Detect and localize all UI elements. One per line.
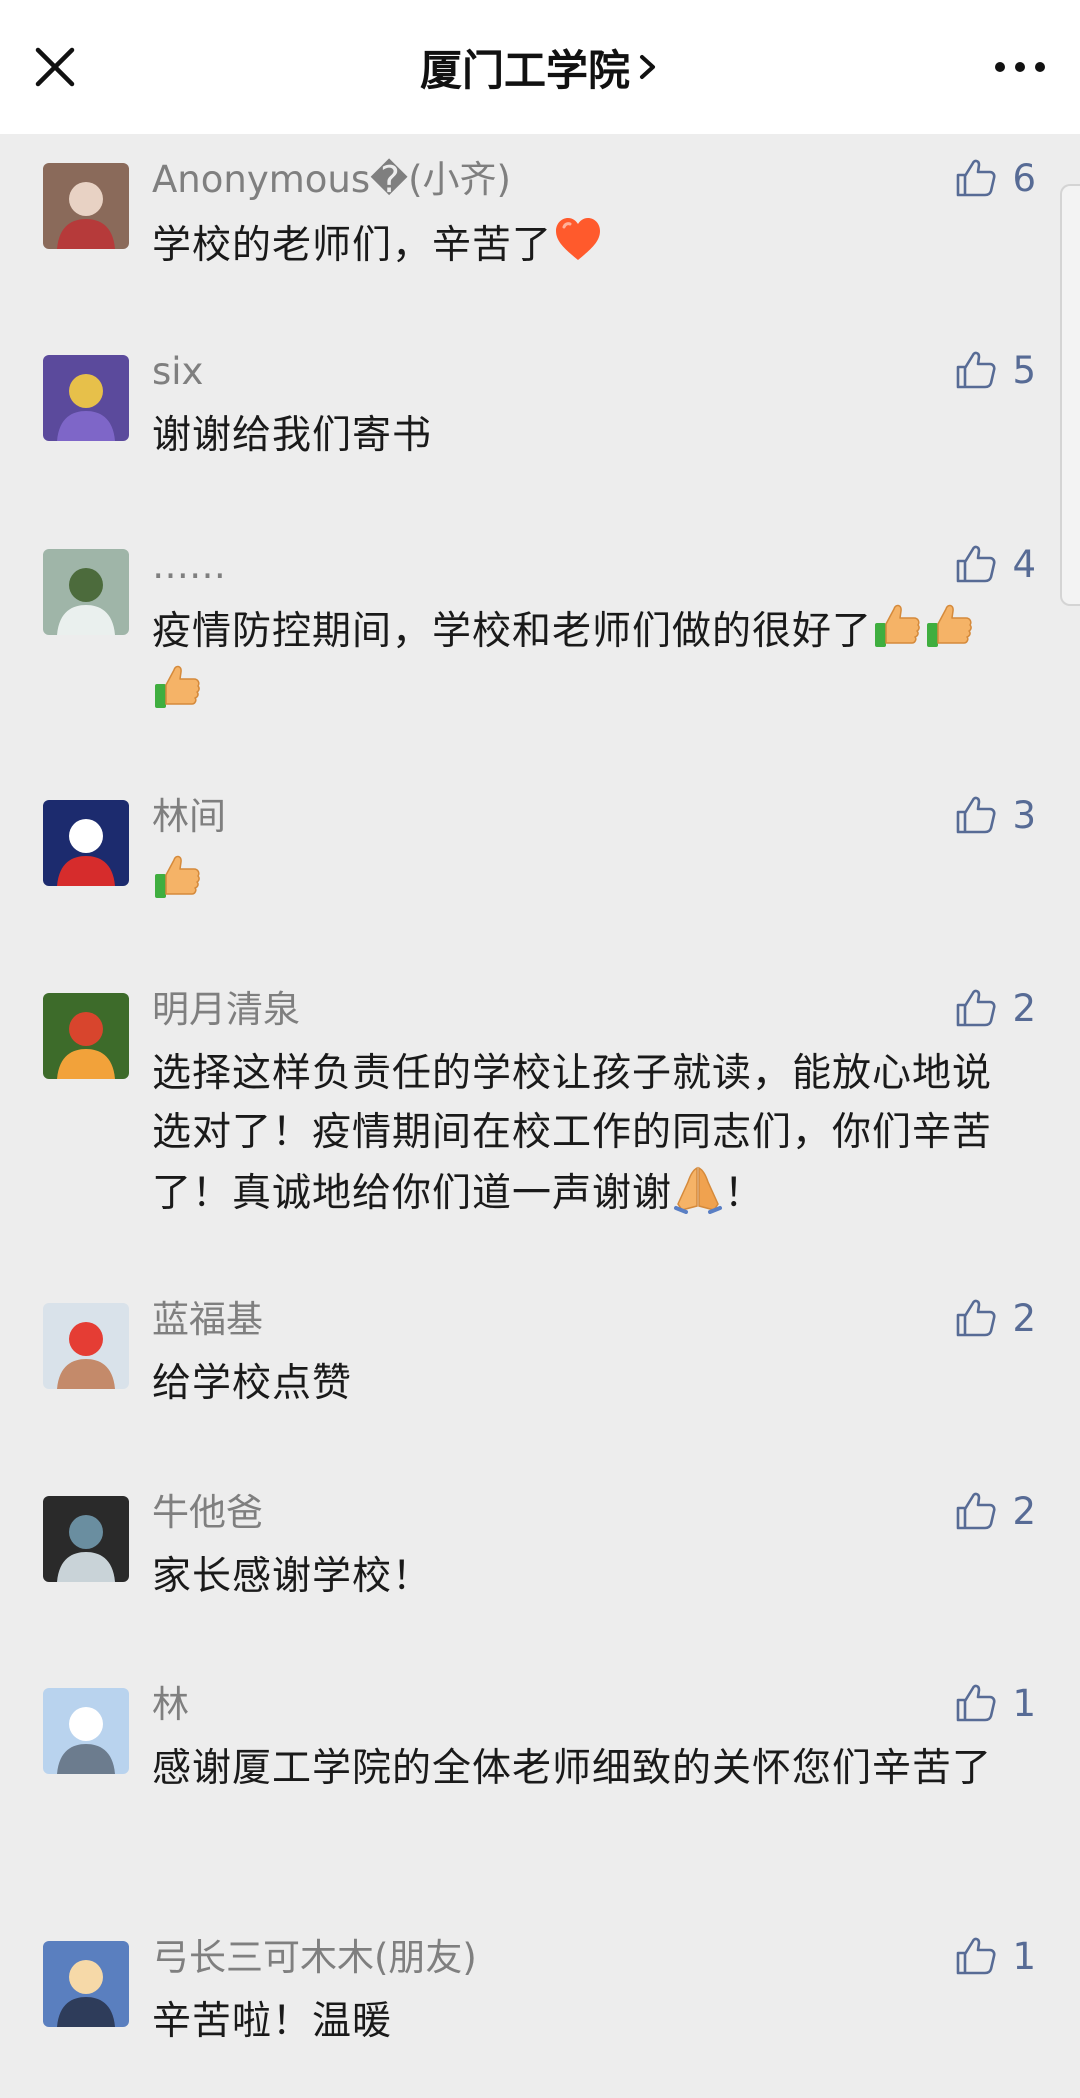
comment-text — [152, 851, 1022, 912]
avatar[interactable] — [43, 1688, 129, 1774]
like-count: 5 — [1012, 348, 1036, 392]
avatar-image — [43, 1303, 129, 1389]
comment-nickname: …… — [152, 544, 226, 587]
comment-nickname: 明月清泉 — [152, 988, 300, 1031]
avatar[interactable] — [43, 1941, 129, 2027]
like-count: 1 — [1012, 1934, 1036, 1978]
comment-text-segment: 谢谢给我们寄书 — [152, 413, 433, 458]
thumbs-up-outline-icon — [957, 1937, 996, 1975]
like-count: 1 — [1012, 1681, 1036, 1725]
thumbs-up-outline-icon — [957, 1299, 996, 1337]
comment-text-segment: 选择这样负责任的学校让孩子就读，能放心地说选对了！疫情期间在校工作的同志们，你们… — [152, 1051, 993, 1216]
avatar[interactable] — [43, 993, 129, 1079]
folded-hands-emoji-icon — [674, 1166, 723, 1214]
like-count: 3 — [1012, 793, 1036, 837]
comment-nickname: 牛他爸 — [152, 1491, 263, 1534]
like-button[interactable]: 1 — [954, 1681, 1036, 1725]
like-button[interactable]: 1 — [954, 1934, 1036, 1978]
thumbs-up-emoji-icon — [927, 604, 972, 647]
comments-page: 厦门工学院 Anonymous�(小齐) 学校的老师们，辛苦了 6 six 谢谢给我们寄… — [0, 0, 1080, 2098]
top-navigation-bar: 厦门工学院 — [0, 0, 1080, 134]
like-button[interactable]: 4 — [954, 542, 1036, 586]
comment-nickname: 弓长三可木木(朋友) — [152, 1936, 477, 1979]
thumbs-up-outline-icon — [957, 989, 996, 1027]
avatar-image — [43, 549, 129, 635]
avatar-image — [43, 993, 129, 1079]
like-count: 6 — [1012, 156, 1036, 200]
comment-text: 选择这样负责任的学校让孩子就读，能放心地说选对了！疫情期间在校工作的同志们，你们… — [152, 1044, 1022, 1223]
avatar[interactable] — [43, 355, 129, 441]
thumbs-up-outline-icon — [957, 796, 996, 834]
comment-text-segment: 辛苦啦！温暖 — [152, 1999, 393, 2044]
like-button[interactable]: 2 — [954, 986, 1036, 1030]
comment-nickname: Anonymous�(小齐) — [152, 158, 511, 201]
comment-text: 学校的老师们，辛苦了 — [152, 214, 1022, 275]
comment-text-segment: 家长感谢学校！ — [152, 1554, 433, 1599]
like-count: 2 — [1012, 1489, 1036, 1533]
like-count: 2 — [1012, 1296, 1036, 1340]
avatar[interactable] — [43, 1303, 129, 1389]
scrollbar[interactable] — [1060, 184, 1080, 606]
close-icon — [35, 47, 75, 87]
avatar[interactable] — [43, 549, 129, 635]
comment-text: 给学校点赞 — [152, 1354, 1022, 1413]
comment-text: 家长感谢学校！ — [152, 1547, 1022, 1606]
avatar-image — [43, 1688, 129, 1774]
comment-text-segment: 学校的老师们，辛苦了 — [152, 223, 553, 268]
comment-nickname: six — [152, 350, 204, 393]
avatar-image — [43, 163, 129, 249]
more-dots-icon — [995, 62, 1045, 72]
like-count: 2 — [1012, 986, 1036, 1030]
comment-nickname: 林 — [152, 1683, 189, 1726]
avatar[interactable] — [43, 163, 129, 249]
avatar[interactable] — [43, 800, 129, 886]
like-button[interactable]: 5 — [954, 348, 1036, 392]
comment-text-segment: 疫情防控期间，学校和老师们做的很好了 — [152, 609, 873, 654]
heart-emoji-icon — [556, 218, 601, 260]
like-button[interactable]: 6 — [954, 156, 1036, 200]
avatar-image — [43, 355, 129, 441]
thumbs-up-outline-icon — [957, 159, 996, 197]
more-options-button[interactable] — [988, 44, 1052, 90]
like-button[interactable]: 2 — [954, 1489, 1036, 1533]
comment-text-segment: ！ — [724, 1171, 765, 1216]
close-button[interactable] — [28, 40, 82, 94]
avatar-image — [43, 1496, 129, 1582]
thumbs-up-outline-icon — [957, 1492, 996, 1530]
comment-nickname: 林间 — [152, 795, 226, 838]
thumbs-up-emoji-icon — [875, 604, 920, 647]
avatar-image — [43, 800, 129, 886]
avatar[interactable] — [43, 1496, 129, 1582]
account-title-link[interactable]: 厦门工学院 — [420, 37, 660, 98]
like-count: 4 — [1012, 542, 1036, 586]
like-button[interactable]: 3 — [954, 793, 1036, 837]
like-button[interactable]: 2 — [954, 1296, 1036, 1340]
comment-text: 谢谢给我们寄书 — [152, 406, 1022, 465]
chevron-right-icon — [640, 55, 655, 79]
comment-text: 感谢厦工学院的全体老师细致的关怀您们辛苦了 — [152, 1739, 1022, 1798]
thumbs-up-outline-icon — [957, 1684, 996, 1722]
thumbs-up-emoji-icon — [155, 665, 200, 708]
thumbs-up-emoji-icon — [155, 855, 200, 898]
comment-nickname: 蓝福基 — [152, 1298, 263, 1341]
page-title: 厦门工学院 — [419, 45, 630, 95]
comment-text-segment: 给学校点赞 — [152, 1361, 353, 1406]
comment-text-segment: 感谢厦工学院的全体老师细致的关怀您们辛苦了 — [152, 1746, 993, 1791]
comment-text: 疫情防控期间，学校和老师们做的很好了 — [152, 600, 1022, 722]
thumbs-up-outline-icon — [957, 545, 996, 583]
avatar-image — [43, 1941, 129, 2027]
thumbs-up-outline-icon — [957, 351, 996, 389]
comment-text: 辛苦啦！温暖 — [152, 1992, 1022, 2051]
